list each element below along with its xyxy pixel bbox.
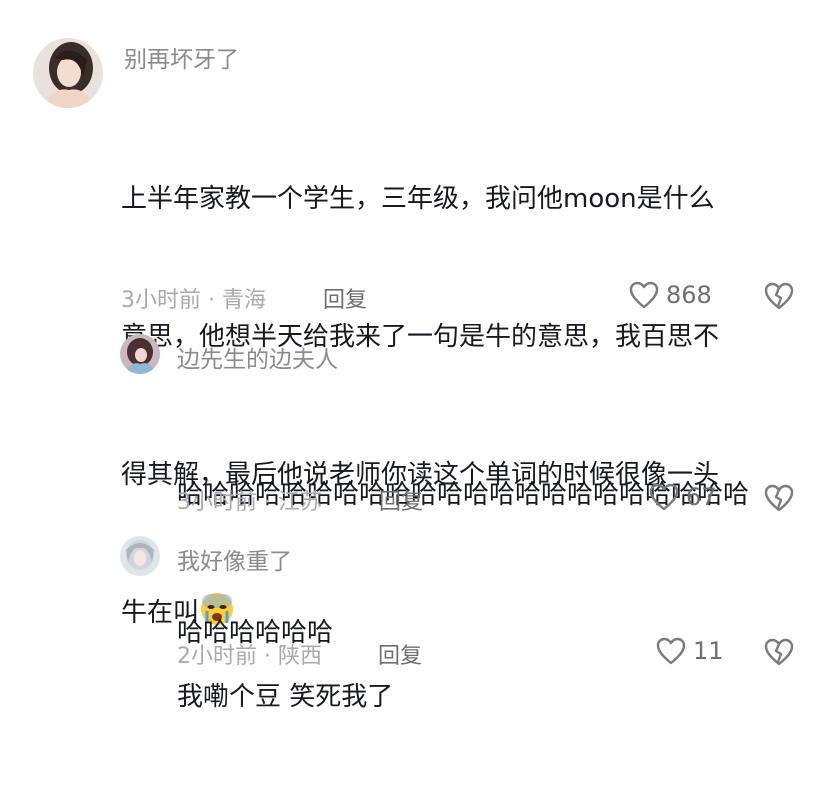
like-count: 868 [666, 281, 712, 309]
comment-text-line: 上半年家教一个学生，三年级，我问他moon是什么 [121, 184, 715, 214]
comment-username[interactable]: 边先生的边夫人 [177, 340, 338, 374]
reply-button[interactable]: 回复 [378, 638, 422, 670]
broken-heart-icon[interactable] [763, 637, 795, 667]
comment-item: 别再坏牙了 上半年家教一个学生，三年级，我问他moon是什么 意思，他想半天给我… [0, 0, 828, 628]
comment-username[interactable]: 我好像重了 [177, 542, 292, 576]
avatar[interactable] [33, 38, 103, 108]
comment-time-location: 3小时前 · 江苏 [177, 490, 322, 515]
like-count: 67 [686, 483, 717, 511]
comment-time-location: 3小时前 · 青海 [121, 288, 266, 313]
broken-heart-icon[interactable] [763, 281, 795, 311]
reply-button[interactable]: 回复 [323, 282, 367, 314]
reply-button[interactable]: 回复 [379, 484, 423, 516]
like-button[interactable]: 11 [655, 636, 724, 666]
avatar[interactable] [120, 536, 160, 576]
heart-icon [648, 482, 680, 512]
avatar[interactable] [120, 334, 160, 374]
broken-heart-icon[interactable] [763, 483, 795, 513]
reply-item: 我好像重了 我嘞个豆 笑死我了 2小时前 · 陕西 回复 11 [0, 530, 828, 712]
comment-username[interactable]: 别再坏牙了 [124, 40, 239, 74]
heart-icon [655, 636, 687, 666]
like-button[interactable]: 67 [648, 482, 717, 512]
heart-icon [628, 280, 660, 310]
like-button[interactable]: 868 [628, 280, 712, 310]
comment-time-location: 2小时前 · 陕西 [177, 644, 322, 669]
comment-text: 我嘞个豆 笑死我了 [177, 582, 393, 812]
comment-text-line: 我嘞个豆 笑死我了 [177, 682, 394, 712]
like-count: 11 [693, 637, 724, 665]
reply-item: 边先生的边夫人 哈哈哈哈哈哈哈哈哈哈哈哈哈哈哈哈哈哈哈哈哈哈 哈哈哈哈哈哈 3小… [0, 330, 828, 648]
